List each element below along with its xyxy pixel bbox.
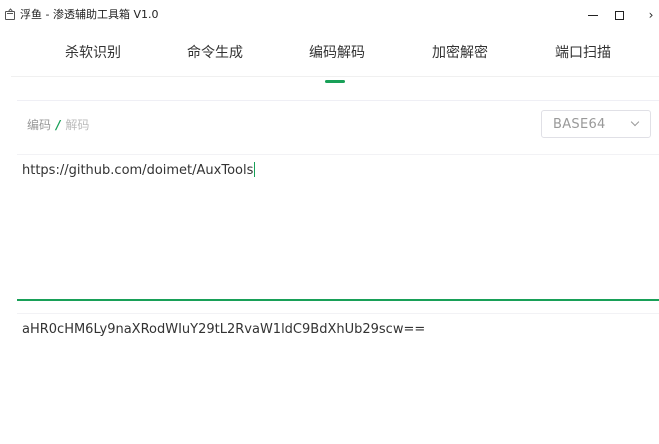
input-textarea[interactable]: https://github.com/doimet/AuxTools: [17, 154, 659, 301]
mode-switch: 编码 / 解码: [27, 116, 89, 133]
mode-separator: /: [56, 117, 61, 132]
text-caret: [254, 162, 256, 177]
tab-bar: 杀软识别 命令生成 编码解码 加密解密 端口扫描: [11, 30, 659, 77]
tab-encrypt-decrypt[interactable]: 加密解密: [432, 42, 488, 62]
output-textarea[interactable]: aHR0cHM6Ly9naXRodWIuY29tL2RvaW1ldC9BdXhU…: [17, 313, 659, 444]
tab-port-scan[interactable]: 端口扫描: [555, 42, 611, 62]
tab-antivirus-detect[interactable]: 杀软识别: [65, 42, 121, 62]
tab-command-generate[interactable]: 命令生成: [187, 42, 243, 62]
output-value: aHR0cHM6Ly9naXRodWIuY29tL2RvaW1ldC9BdXhU…: [22, 322, 426, 337]
input-value: https://github.com/doimet/AuxTools: [22, 163, 254, 178]
close-button[interactable]: ›: [636, 4, 659, 26]
app-window: 浮鱼 - 渗透辅助工具箱 V1.0 › 杀软识别 命令生成 编码解码 加密解密 …: [0, 0, 659, 444]
chevron-down-icon: [630, 117, 640, 127]
close-icon: ›: [648, 8, 654, 22]
mode-decode-button[interactable]: 解码: [65, 116, 89, 133]
tab-encode-decode[interactable]: 编码解码: [309, 42, 365, 62]
panel-toolbar: 编码 / 解码 BASE64: [17, 101, 659, 153]
encode-decode-panel: 编码 / 解码 BASE64 https://github.com/doimet…: [17, 100, 659, 444]
active-tab-indicator: [325, 80, 345, 83]
maximize-button[interactable]: [604, 4, 634, 26]
input-text: https://github.com/doimet/AuxTools: [22, 162, 256, 178]
maximize-icon: [614, 10, 624, 20]
algorithm-select-value: BASE64: [553, 117, 606, 132]
title-bar: 浮鱼 - 渗透辅助工具箱 V1.0 ›: [0, 0, 659, 30]
mode-encode-button[interactable]: 编码: [27, 116, 51, 133]
app-icon: [5, 11, 15, 20]
minimize-icon: [588, 14, 598, 16]
algorithm-select[interactable]: BASE64: [541, 110, 651, 138]
window-title: 浮鱼 - 渗透辅助工具箱 V1.0: [20, 8, 159, 21]
